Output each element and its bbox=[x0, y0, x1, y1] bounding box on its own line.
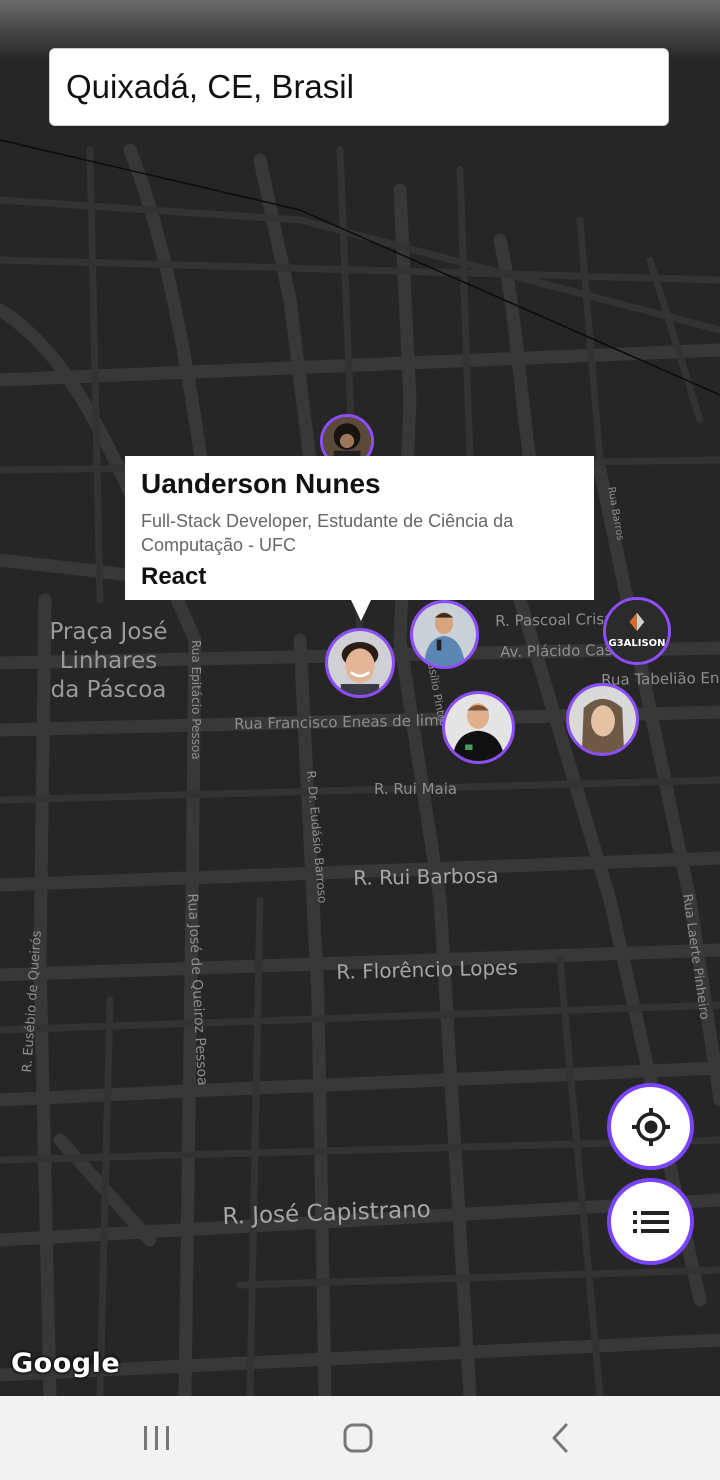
dev-pin-long-hair[interactable] bbox=[566, 683, 639, 756]
street-label-rui-maia: R. Rui Maia bbox=[374, 780, 458, 798]
gealison-logo-text: G3ALISON bbox=[608, 638, 666, 649]
street-label-rui-barbosa: R. Rui Barbosa bbox=[353, 863, 499, 890]
back-icon bbox=[552, 1423, 568, 1453]
list-button[interactable] bbox=[607, 1178, 694, 1265]
google-attribution: Google bbox=[11, 1348, 121, 1379]
search-box bbox=[49, 48, 669, 126]
gealison-logo-icon bbox=[606, 600, 668, 662]
dev-pin-gealison[interactable]: G3ALISON bbox=[603, 597, 671, 665]
street-label-epitacio-pessoa: Rua Epitácio Pessoa bbox=[189, 640, 203, 760]
system-nav-bar bbox=[0, 1396, 720, 1480]
dev-pin-black-shirt[interactable] bbox=[442, 691, 515, 764]
back-button[interactable] bbox=[510, 1410, 610, 1466]
avatar-microphone-icon bbox=[413, 603, 476, 666]
home-icon bbox=[343, 1423, 373, 1453]
place-label-praca: Praça José Linhares da Páscoa bbox=[49, 619, 168, 703]
callout-bio: Full-Stack Developer, Estudante de Ciênc… bbox=[141, 511, 514, 555]
home-button[interactable] bbox=[308, 1410, 408, 1466]
search-input[interactable] bbox=[50, 49, 668, 125]
avatar-young-man-icon bbox=[328, 631, 392, 695]
dev-pin-speaker[interactable] bbox=[410, 600, 479, 669]
map-view[interactable]: Praça José Linhares da Páscoa R. Rui Bar… bbox=[0, 0, 720, 1396]
crosshair-icon bbox=[631, 1107, 670, 1146]
recent-apps-button[interactable] bbox=[107, 1410, 207, 1466]
locate-button[interactable] bbox=[607, 1083, 694, 1170]
dev-callout[interactable]: Uanderson Nunes Full-Stack Developer, Es… bbox=[125, 456, 594, 621]
avatar-black-shirt-icon bbox=[445, 694, 512, 761]
recent-apps-icon bbox=[144, 1426, 169, 1450]
callout-techs: React bbox=[141, 563, 207, 590]
callout-name: Uanderson Nunes bbox=[141, 468, 381, 499]
avatar-long-hair-icon bbox=[569, 686, 636, 753]
street-label-florencio-lopes: R. Florêncio Lopes bbox=[336, 955, 519, 984]
list-icon bbox=[632, 1210, 669, 1233]
dev-pin-uanderson[interactable] bbox=[325, 628, 395, 698]
street-label-francisco-eneas: Rua Francisco Eneas de lima bbox=[234, 711, 448, 733]
